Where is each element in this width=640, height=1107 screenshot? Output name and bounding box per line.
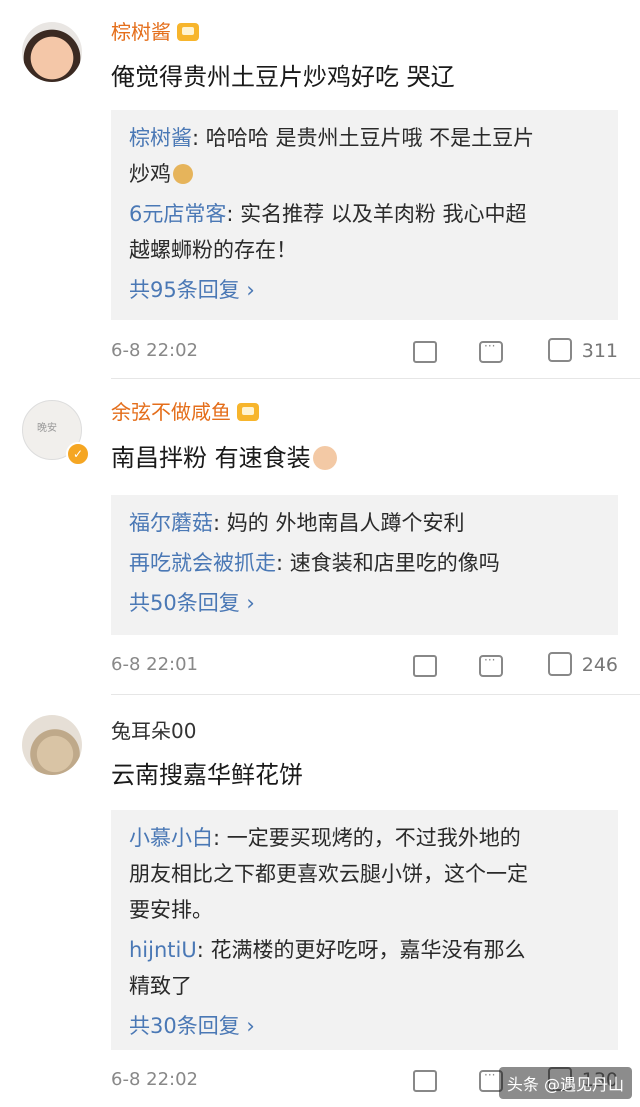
- reply-username[interactable]: 6元店常客: [129, 202, 226, 226]
- reply-text: 要安排。: [129, 898, 213, 922]
- vip-crown-icon: [237, 403, 259, 421]
- reply-text: 炒鸡: [129, 162, 171, 186]
- reply-line: 再吃就会被抓走: 速食装和店里吃的像吗: [129, 545, 600, 581]
- comment-username[interactable]: 棕树酱: [111, 16, 199, 45]
- reply-username[interactable]: 福尔蘑菇: [129, 511, 213, 535]
- comment-meta: 6-8 22:02 311: [111, 338, 620, 368]
- like-button[interactable]: 246: [547, 652, 618, 676]
- like-count: 311: [581, 340, 618, 362]
- reply-separator: :: [213, 826, 227, 850]
- avatar-text: 晚安: [37, 423, 57, 434]
- share-icon[interactable]: [413, 655, 437, 677]
- reply-separator: :: [226, 202, 241, 226]
- divider: [111, 378, 640, 379]
- doge-emoji-icon: [173, 164, 193, 184]
- reply-username[interactable]: hijntiU: [129, 938, 197, 962]
- like-button[interactable]: 311: [547, 338, 618, 362]
- reply-username[interactable]: 棕树酱: [129, 126, 192, 150]
- reply-box: 小慕小白: 一定要买现烤的，不过我外地的 朋友相比之下都更喜欢云腿小饼，这个一定…: [111, 810, 618, 1050]
- reply-line: 棕树酱: 哈哈哈 是贵州土豆片哦 不是土豆片 炒鸡: [129, 120, 600, 192]
- avatar[interactable]: [22, 22, 82, 82]
- thumbs-up-icon: [547, 652, 572, 676]
- reply-separator: :: [213, 511, 227, 535]
- comment-username[interactable]: 兔耳朵00: [111, 715, 196, 744]
- thumbs-up-icon: [547, 338, 572, 362]
- watermark: 头条 @遇见丹山: [498, 1067, 632, 1099]
- reply-text: 精致了: [129, 974, 192, 998]
- username-text[interactable]: 兔耳朵00: [111, 719, 196, 743]
- comment-feed: 棕树酱 俺觉得贵州土豆片炒鸡好吃 哭辽 棕树酱: 哈哈哈 是贵州土豆片哦 不是土…: [0, 0, 640, 1107]
- reply-line: 6元店常客: 实名推荐 以及羊肉粉 我心中超 越螺蛳粉的存在！: [129, 196, 600, 268]
- more-replies-link[interactable]: 共30条回复 ›: [129, 1008, 600, 1044]
- comment-text-content: 俺觉得贵州土豆片炒鸡好吃 哭辽: [111, 63, 455, 91]
- reply-username[interactable]: 小慕小白: [129, 826, 213, 850]
- verified-badge-icon: ✓: [66, 442, 90, 466]
- share-icon[interactable]: [413, 341, 437, 363]
- reply-text: 花满楼的更好吃呀，嘉华没有那么: [210, 938, 526, 962]
- reply-separator: :: [192, 126, 206, 150]
- reply-text: 朋友相比之下都更喜欢云腿小饼，这个一定: [129, 862, 528, 886]
- like-count: 246: [581, 654, 618, 676]
- reply-text: 速食装和店里吃的像吗: [289, 551, 500, 575]
- username-text[interactable]: 余弦不做咸鱼: [111, 400, 231, 424]
- share-icon[interactable]: [413, 1070, 437, 1092]
- reply-text: 实名推荐 以及羊肉粉 我心中超: [240, 202, 527, 226]
- comment-text-content: 云南搜嘉华鲜花饼: [111, 761, 303, 789]
- reply-box: 福尔蘑菇: 妈的 外地南昌人蹲个安利 再吃就会被抓走: 速食装和店里吃的像吗 共…: [111, 495, 618, 635]
- vip-crown-icon: [177, 23, 199, 41]
- comment-item: 兔耳朵00 云南搜嘉华鲜花饼 小慕小白: 一定要买现烤的，不过我外地的 朋友相比…: [0, 695, 640, 1107]
- reply-separator: :: [276, 551, 290, 575]
- comment-text: 俺觉得贵州土豆片炒鸡好吃 哭辽: [111, 57, 455, 92]
- comment-text-content: 南昌拌粉 有速食装: [111, 444, 311, 472]
- reply-line: 福尔蘑菇: 妈的 外地南昌人蹲个安利: [129, 505, 600, 541]
- reply-text: 越螺蛳粉的存在！: [129, 238, 297, 262]
- more-replies-link[interactable]: 共50条回复 ›: [129, 585, 600, 621]
- more-replies-link[interactable]: 共95条回复 ›: [129, 272, 600, 308]
- comment-meta: 6-8 22:01 246: [111, 652, 620, 682]
- reply-text: 哈哈哈 是贵州土豆片哦 不是土豆片: [205, 126, 535, 150]
- comment-text: 南昌拌粉 有速食装: [111, 438, 337, 473]
- comment-text: 云南搜嘉华鲜花饼: [111, 755, 303, 790]
- comment-username[interactable]: 余弦不做咸鱼: [111, 396, 259, 425]
- comment-item: 晚安 ✓ 余弦不做咸鱼 南昌拌粉 有速食装 福尔蘑菇: 妈的 外地南昌人蹲个安利…: [0, 380, 640, 695]
- username-text[interactable]: 棕树酱: [111, 20, 171, 44]
- avatar[interactable]: [22, 715, 82, 775]
- reply-username[interactable]: 再吃就会被抓走: [129, 551, 276, 575]
- comment-item: 棕树酱 俺觉得贵州土豆片炒鸡好吃 哭辽 棕树酱: 哈哈哈 是贵州土豆片哦 不是土…: [0, 0, 640, 380]
- reply-line: 小慕小白: 一定要买现烤的，不过我外地的 朋友相比之下都更喜欢云腿小饼，这个一定…: [129, 820, 600, 928]
- comment-time: 6-8 22:02: [111, 340, 198, 361]
- raised-hand-emoji-icon: [312, 446, 337, 470]
- comment-icon[interactable]: [479, 653, 503, 677]
- reply-text: 妈的 外地南昌人蹲个安利: [226, 511, 465, 535]
- reply-separator: :: [196, 938, 211, 962]
- reply-line: hijntiU: 花满楼的更好吃呀，嘉华没有那么 精致了: [129, 932, 600, 1004]
- comment-icon[interactable]: [479, 339, 503, 363]
- reply-box: 棕树酱: 哈哈哈 是贵州土豆片哦 不是土豆片 炒鸡 6元店常客: 实名推荐 以及…: [111, 110, 618, 320]
- comment-time: 6-8 22:01: [111, 654, 198, 675]
- reply-text: 一定要买现烤的，不过我外地的: [226, 826, 521, 850]
- comment-time: 6-8 22:02: [111, 1069, 198, 1090]
